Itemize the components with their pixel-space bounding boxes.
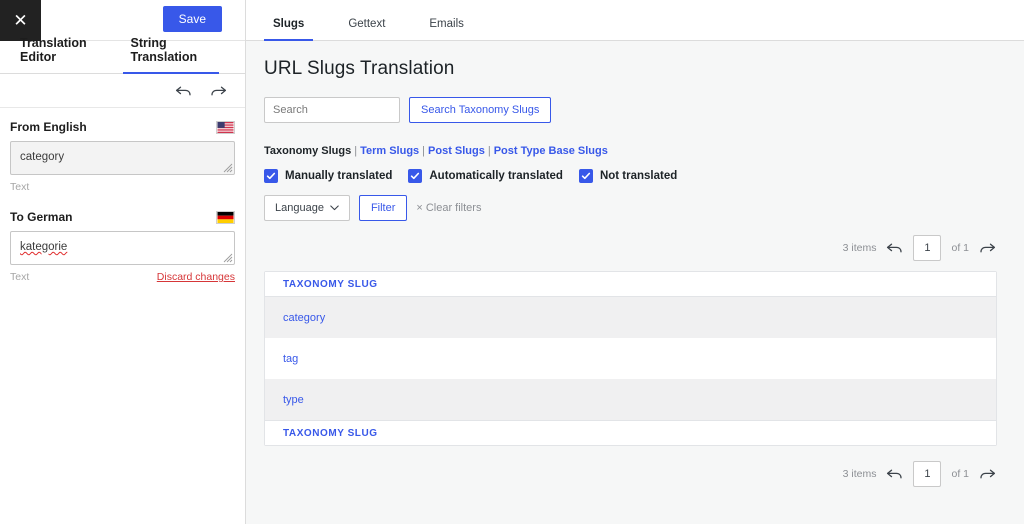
slug-link[interactable]: tag [283,353,298,365]
sidebar-topbar: ✕ Save [0,0,245,41]
tab-emails[interactable]: Emails [420,18,473,41]
discard-changes-link[interactable]: Discard changes [157,271,235,283]
filter-checkboxes: Manually translated Automatically transl… [264,169,997,183]
redo-arrow-icon[interactable] [210,84,227,98]
translation-fields: From English [0,108,245,283]
target-text-input[interactable] [10,231,235,265]
page-of-label: of 1 [951,468,969,480]
clear-filters-link[interactable]: × Clear filters [416,202,481,214]
checkbox-label: Not translated [600,170,677,182]
target-language-label: To German [10,210,72,224]
subnav-link-post-type-base-slugs[interactable]: Post Type Base Slugs [494,145,608,157]
checkbox-automatically-translated[interactable]: Automatically translated [408,169,563,183]
table-row[interactable]: type [265,379,996,420]
source-field-sublabel: Text [10,181,29,193]
table-row[interactable]: category [265,297,996,338]
sidebar-tabs: Translation Editor String Translation [0,41,245,74]
checkmark-icon [579,169,593,183]
taxonomy-slugs-table: TAXONOMY SLUG category tag type TAXONOMY… [264,271,997,446]
table-row[interactable]: tag [265,338,996,379]
search-taxonomy-slugs-button[interactable]: Search Taxonomy Slugs [409,97,551,123]
checkbox-label: Automatically translated [429,170,563,182]
slug-link[interactable]: type [283,394,304,406]
main-inner: URL Slugs Translation Search Taxonomy Sl… [246,41,1024,487]
subnav-separator: | [485,145,494,157]
checkmark-icon [264,169,278,183]
checkmark-icon [408,169,422,183]
items-count-label: 3 items [843,468,877,480]
pagination-bottom: 3 items of 1 [264,461,997,487]
search-row: Search Taxonomy Slugs [264,97,997,123]
checkbox-label: Manually translated [285,170,392,182]
source-textarea-wrap [10,141,235,175]
next-arrow-icon[interactable] [979,467,996,481]
close-icon: ✕ [13,12,27,29]
filters-row: Language Filter × Clear filters [264,195,997,221]
checkbox-manually-translated[interactable]: Manually translated [264,169,392,183]
main-content: Slugs Gettext Emails URL Slugs Translati… [246,0,1024,524]
next-arrow-icon[interactable] [979,241,996,255]
language-select-label: Language [275,202,324,214]
checkbox-not-translated[interactable]: Not translated [579,169,677,183]
language-select[interactable]: Language [264,195,350,221]
source-field-footer: Text [10,181,235,193]
tab-translation-editor[interactable]: Translation Editor [12,36,109,74]
search-input[interactable] [264,97,400,123]
prev-arrow-icon[interactable] [886,241,903,255]
page-title: URL Slugs Translation [264,58,997,80]
subnav-separator: | [419,145,428,157]
app-window: ✕ Save Translation Editor String Transla… [0,0,1024,524]
source-language-label: From English [10,120,87,134]
filter-button[interactable]: Filter [359,195,407,221]
slug-link[interactable]: category [283,312,325,324]
page-of-label: of 1 [951,242,969,254]
undo-redo-bar [0,74,245,108]
subnav-link-term-slugs[interactable]: Term Slugs [360,145,419,157]
tab-gettext[interactable]: Gettext [339,18,394,41]
close-icon: × [416,202,422,214]
items-count-label: 3 items [843,242,877,254]
target-field-footer: Text Discard changes [10,271,235,283]
de-flag-icon [216,211,235,224]
prev-arrow-icon[interactable] [886,467,903,481]
pagination-top: 3 items of 1 [264,235,997,261]
subnav-link-post-slugs[interactable]: Post Slugs [428,145,485,157]
main-tabs: Slugs Gettext Emails [246,0,1024,41]
tab-slugs[interactable]: Slugs [264,18,313,41]
target-field-sublabel: Text [10,271,29,283]
target-textarea-wrap [10,231,235,265]
table-header: TAXONOMY SLUG [265,272,996,297]
tab-string-translation[interactable]: String Translation [123,36,220,74]
source-text-input[interactable] [10,141,235,175]
save-button[interactable]: Save [163,6,222,32]
chevron-down-icon [330,205,339,211]
subnav-current: Taxonomy Slugs [264,145,351,157]
translation-sidebar: ✕ Save Translation Editor String Transla… [0,0,246,524]
clear-filters-label: Clear filters [426,202,482,214]
us-flag-icon [216,121,235,134]
page-number-input[interactable] [913,461,941,487]
subnav-separator: | [351,145,360,157]
table-footer: TAXONOMY SLUG [265,420,996,445]
topbar-spacer [41,0,163,40]
subnav: Taxonomy Slugs|Term Slugs|Post Slugs|Pos… [264,145,997,157]
close-button[interactable]: ✕ [0,0,41,41]
target-field-header: To German [10,210,235,224]
undo-arrow-icon[interactable] [175,84,192,98]
page-number-input[interactable] [913,235,941,261]
source-field-header: From English [10,120,235,134]
